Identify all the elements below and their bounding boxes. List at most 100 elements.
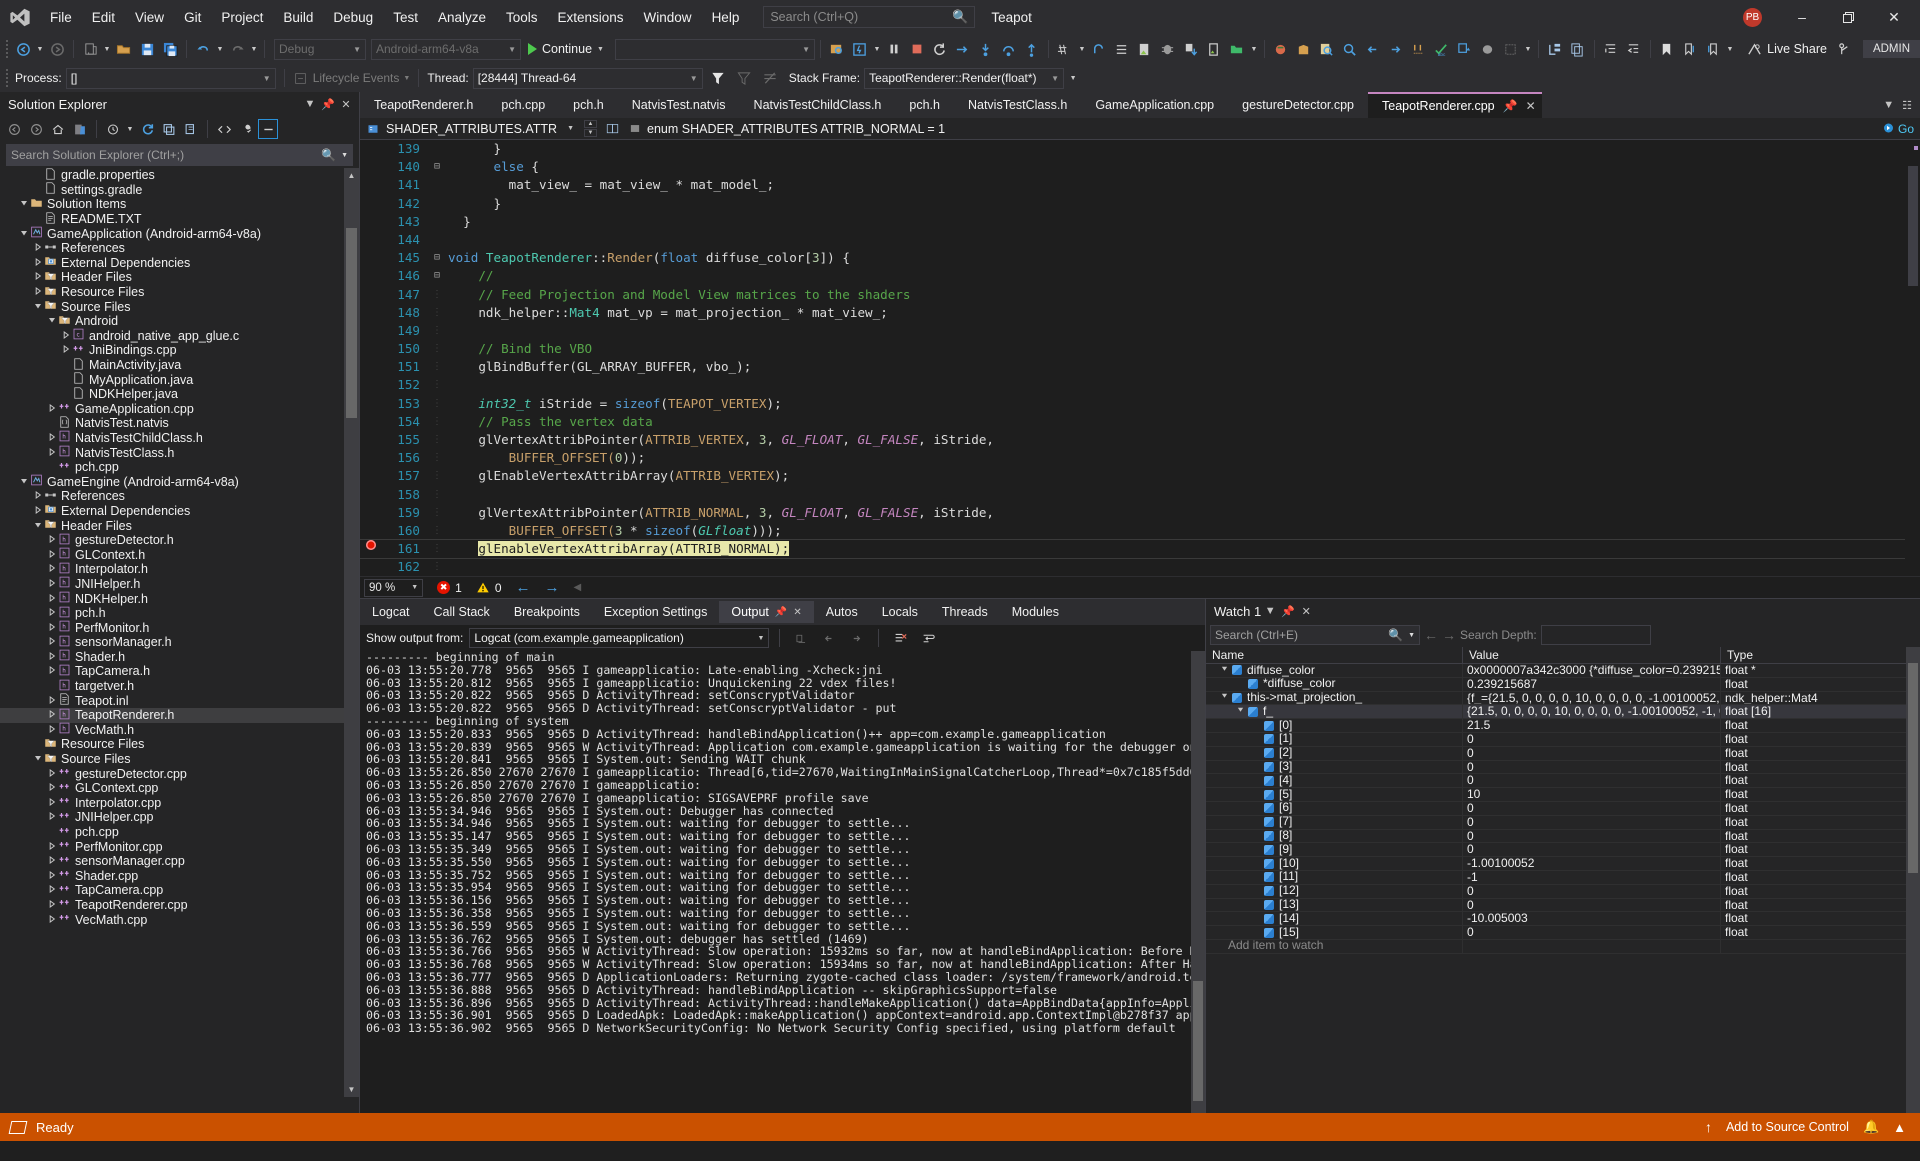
code-line[interactable]: 161 ⋮ glEnableVertexAttribArray(ATTRIB_NO…	[360, 539, 1920, 560]
go-to-next-icon[interactable]	[1385, 38, 1407, 60]
prev-error-icon[interactable]: ←	[516, 579, 531, 596]
watch-value[interactable]: -1	[1463, 870, 1721, 884]
watch-row[interactable]: [10] -1.00100052 float	[1206, 857, 1906, 871]
watch-value[interactable]: 10	[1463, 788, 1721, 801]
editor-tab[interactable]: NatvisTest.natvis	[617, 92, 740, 118]
expand-caret-icon[interactable]	[18, 199, 29, 209]
fold-marker-icon[interactable]: ⋮	[426, 486, 448, 504]
solution-tree-item[interactable]: TapCamera.cpp	[0, 883, 359, 898]
expand-caret-icon[interactable]	[46, 812, 57, 822]
tab-list-icon[interactable]: ▼	[1883, 99, 1894, 111]
watch-value[interactable]: 0	[1463, 746, 1721, 760]
watch-row[interactable]: this->mat_projection_ {f_={21.5, 0, 0, 0,…	[1206, 691, 1906, 706]
bookmark-icon[interactable]	[1656, 38, 1678, 60]
analyze-icon[interactable]	[1500, 38, 1522, 60]
collapse-all-icon[interactable]	[159, 119, 179, 139]
solution-tree-item[interactable]: JniBindings.cpp	[0, 343, 359, 358]
restore-button[interactable]	[1826, 1, 1870, 33]
watch-row[interactable]: [0] 21.5 float	[1206, 719, 1906, 733]
solution-tree-item[interactable]: References	[0, 489, 359, 504]
code-line[interactable]: 147 ⋮ // Feed Projection and Model View m…	[360, 286, 1920, 304]
debugbar-grip[interactable]	[4, 68, 11, 88]
code-line[interactable]: 151 ⋮ glBindBuffer(GL_ARRAY_BUFFER, vbo_)…	[360, 358, 1920, 376]
column-name[interactable]: Name	[1206, 647, 1463, 663]
watch-expand-caret-icon[interactable]	[1218, 664, 1230, 677]
home-icon[interactable]	[48, 119, 68, 139]
menu-window[interactable]: Window	[634, 6, 702, 29]
scroll-up-arrow-icon[interactable]: ▲	[344, 168, 359, 183]
expand-caret-icon[interactable]	[32, 505, 43, 516]
bookmark-dropdown-icon[interactable]: ▼	[1725, 38, 1735, 60]
solution-tree-item[interactable]: h Interpolator.h	[0, 562, 359, 577]
watch-name-cell[interactable]: [9]	[1206, 843, 1463, 857]
code-line[interactable]: 158 ⋮	[360, 486, 1920, 504]
code-line[interactable]: 155 ⋮ glVertexAttribPointer(ATTRIB_VERTEX…	[360, 431, 1920, 449]
code-line[interactable]: 146 ⊟ //	[360, 267, 1920, 285]
output-tab[interactable]: Threads	[930, 601, 1000, 623]
live-share-button[interactable]: Live Share	[1741, 42, 1833, 57]
column-type[interactable]: Type	[1721, 647, 1906, 663]
chevron-down-icon-search[interactable]: ▼	[341, 152, 348, 159]
code-line[interactable]: 154 ⋮ // Pass the vertex data	[360, 413, 1920, 431]
nav-spinner[interactable]: ▲ ▼	[584, 120, 598, 137]
editor-tab[interactable]: NatvisTestClass.h	[953, 92, 1082, 118]
code-line[interactable]: 159 ⋮ glVertexAttribPointer(ATTRIB_NORMAL…	[360, 504, 1920, 522]
find-in-files-icon[interactable]	[1316, 38, 1338, 60]
menu-git[interactable]: Git	[174, 6, 211, 29]
watch-name-cell[interactable]: [7]	[1206, 815, 1463, 829]
search-icon-toolbar[interactable]	[1339, 38, 1361, 60]
solution-tree-item[interactable]: Resource Files	[0, 285, 359, 300]
breakpoint-gutter[interactable]	[360, 540, 382, 551]
fold-marker-icon[interactable]: ⋮	[426, 304, 448, 322]
editor-scroll-thumb[interactable]	[1908, 166, 1918, 286]
solution-tree-item[interactable]: Shader.cpp	[0, 869, 359, 884]
close-icon-panel[interactable]: ✕	[337, 95, 355, 113]
solution-tree-item[interactable]: GameApplication.cpp	[0, 402, 359, 417]
solution-configuration-combo[interactable]: Debug ▼	[274, 38, 366, 60]
menu-analyze[interactable]: Analyze	[428, 6, 496, 29]
go-to-next-message-icon[interactable]	[846, 627, 868, 649]
go-button[interactable]: Go	[1882, 122, 1914, 136]
expand-caret-icon[interactable]	[46, 564, 57, 574]
expand-caret-icon[interactable]	[46, 870, 57, 881]
solution-tree-item[interactable]: NatvisTest.natvis	[0, 416, 359, 431]
search-depth-input[interactable]	[1540, 625, 1651, 645]
expand-caret-icon[interactable]	[32, 302, 43, 312]
no-filter-icon[interactable]	[759, 67, 781, 89]
watch-grid[interactable]: Name Value Type diffuse_color 0x0000007a3…	[1206, 647, 1906, 1133]
expand-caret-icon[interactable]	[32, 521, 43, 531]
code-line[interactable]: 160 ⋮ BUFFER_OFFSET(3 * sizeof(GLfloat)))…	[360, 522, 1920, 540]
watch-value[interactable]: 0	[1463, 774, 1721, 788]
fold-marker-icon[interactable]: ⋮	[426, 376, 448, 394]
output-tab[interactable]: Autos	[814, 601, 870, 623]
watch-expand-caret-icon[interactable]	[1218, 692, 1230, 705]
watch-next-icon[interactable]: →	[1442, 627, 1456, 643]
watch-value[interactable]: 0	[1463, 884, 1721, 898]
navigate-backward-icon[interactable]	[12, 38, 34, 60]
view-code-icon[interactable]	[214, 119, 234, 139]
debugbar-overflow-icon[interactable]: ▼	[1068, 67, 1078, 89]
solution-tree-item[interactable]: Source Files	[0, 752, 359, 767]
solution-tree-item[interactable]: h NDKHelper.h	[0, 591, 359, 606]
new-project-dropdown-icon[interactable]: ▼	[102, 38, 112, 60]
redo-dropdown-icon[interactable]: ▼	[249, 38, 259, 60]
new-item-icon[interactable]	[1134, 38, 1156, 60]
tab-split-icon[interactable]: ☷	[1902, 99, 1912, 112]
watch-row[interactable]: [7] 0 float	[1206, 815, 1906, 830]
step-over-icon[interactable]	[998, 38, 1020, 60]
scroll-down-arrow-icon[interactable]: ▼	[344, 1082, 359, 1097]
preview-selected-items-icon[interactable]	[258, 119, 278, 139]
expand-caret-icon[interactable]	[32, 243, 43, 253]
expand-caret-icon[interactable]	[46, 403, 57, 414]
solution-tree-item[interactable]: MyApplication.java	[0, 372, 359, 387]
expand-caret-icon[interactable]	[46, 783, 57, 793]
code-line[interactable]: 142 }	[360, 195, 1920, 213]
editor-tab[interactable]: NatvisTestChildClass.h	[739, 92, 896, 118]
solution-tree-item[interactable]: h targetver.h	[0, 679, 359, 694]
pending-changes-icon[interactable]	[103, 119, 123, 139]
code-line[interactable]: 150 ⋮ // Bind the VBO	[360, 340, 1920, 358]
forward-icon[interactable]	[26, 119, 46, 139]
properties-icon[interactable]	[236, 119, 256, 139]
fold-marker-icon[interactable]: ⋮	[426, 286, 448, 304]
watch-scroll-thumb[interactable]	[1908, 663, 1918, 873]
